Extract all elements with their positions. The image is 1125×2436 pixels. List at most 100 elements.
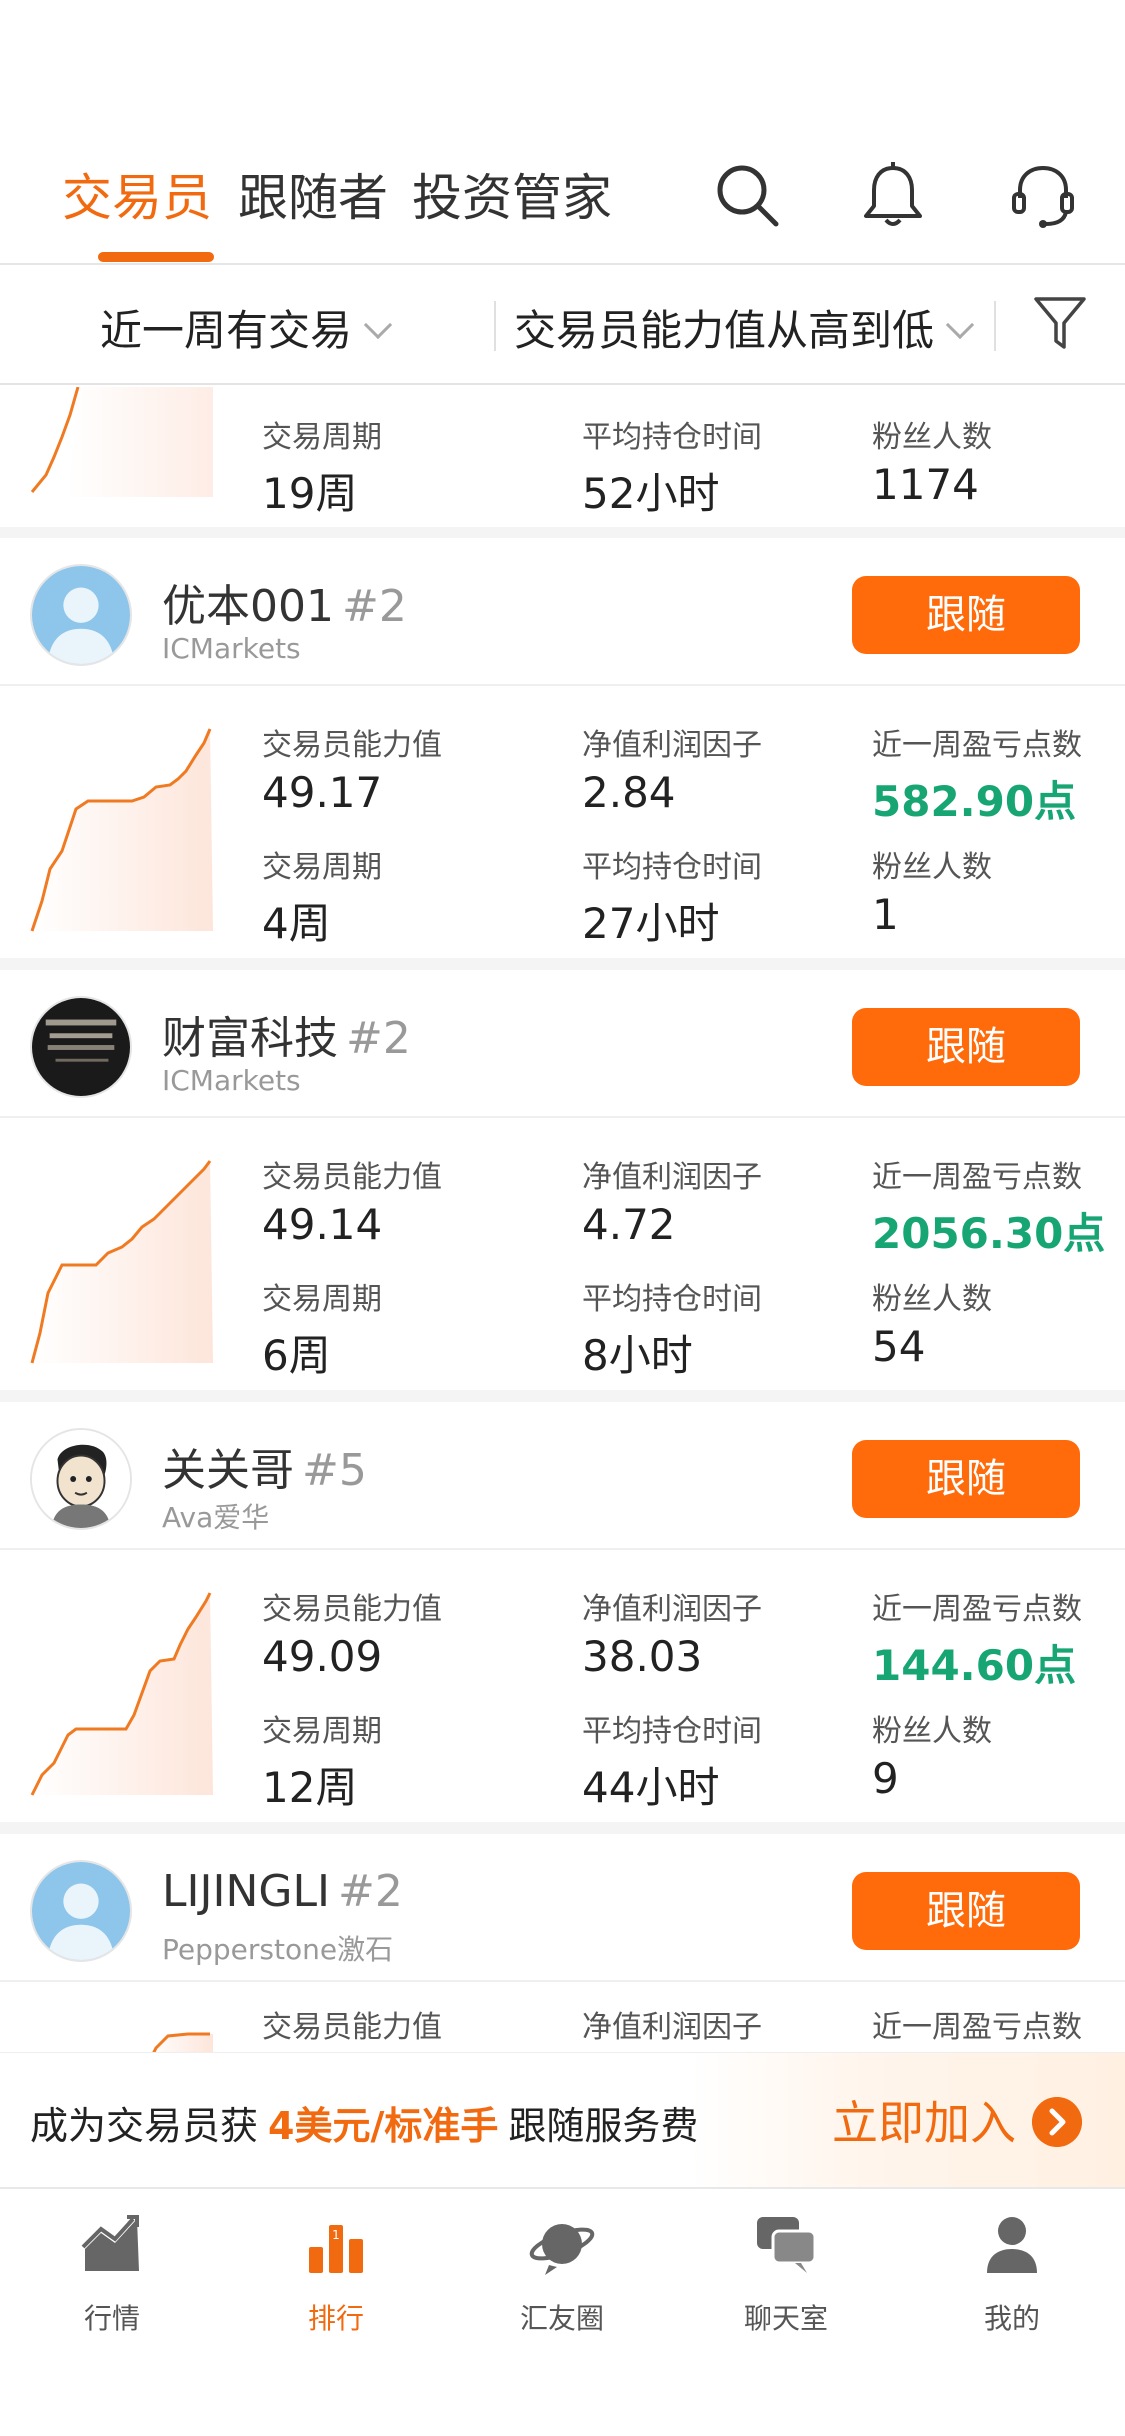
sort-dropdown[interactable]: 交易员能力值从高到低 — [514, 297, 975, 358]
avatar[interactable] — [30, 564, 132, 666]
nav-label: 我的 — [983, 2302, 1040, 2335]
stat-label: 净值利润因子 — [582, 1592, 762, 1627]
trader-name[interactable]: LIJINGLI #2 — [162, 1866, 403, 1917]
ranking-icon: 1 — [309, 2225, 363, 2273]
chat-icon — [757, 2217, 817, 2273]
trader-card[interactable]: 优本001 #2 ICMarkets 跟随 交易员能力值 49.17 净值利润因子… — [0, 538, 1125, 958]
stat-weekly-pips: 近一周盈亏点数 582.90点 — [872, 720, 1082, 829]
stat-value: 49.17 — [262, 768, 383, 817]
banner-highlight: 4美元/标准手 — [268, 2104, 499, 2148]
trader-name-text: 财富科技 — [162, 1013, 338, 1064]
planet-icon — [529, 2224, 595, 2275]
become-trader-banner[interactable]: 成为交易员获 4美元/标准手 跟随服务费 立即加入 — [0, 2052, 1125, 2188]
equity-curve-chart — [152, 2032, 213, 2052]
trader-card[interactable]: 财富科技 #2 ICMarkets 跟随 交易员能力值 49.14 净值利润因子 … — [0, 970, 1125, 1390]
stat-label: 平均持仓时间 — [582, 420, 762, 455]
trader-name[interactable]: 优本001 #2 — [162, 570, 407, 634]
banner-suffix: 跟随服务费 — [508, 2104, 699, 2148]
follow-button[interactable]: 跟随 — [852, 1440, 1080, 1518]
stat-label: 平均持仓时间 — [582, 1282, 762, 1317]
follow-button[interactable]: 跟随 — [852, 576, 1080, 654]
join-now-link[interactable]: 立即加入 — [832, 2087, 1016, 2153]
stat-label: 净值利润因子 — [582, 728, 762, 763]
stat-value: 19周 — [262, 469, 358, 518]
stat-value: 27小时 — [582, 899, 720, 948]
avatar[interactable] — [30, 996, 132, 1098]
trader-name[interactable]: 财富科技 #2 — [162, 1002, 411, 1066]
stat-label: 净值利润因子 — [582, 1160, 762, 1195]
stat-label: 粉丝人数 — [872, 850, 992, 885]
equity-curve-chart — [30, 1160, 213, 1364]
trader-rank: #2 — [337, 1866, 403, 1917]
stat-profit-factor: 净值利润因子 38.03 — [582, 1584, 762, 1681]
stat-value: 49.09 — [262, 1632, 383, 1681]
stat-value: 12周 — [262, 1763, 358, 1812]
equity-curve-chart — [30, 728, 213, 932]
stat-value: 4.72 — [582, 1200, 676, 1249]
stat-trading-cycle: 交易周期 6周 — [262, 1274, 382, 1383]
stat-avg-hold-time: 平均持仓时间 44小时 — [582, 1706, 762, 1815]
headset-icon[interactable] — [1008, 160, 1078, 230]
stat-fans: 粉丝人数 1174 — [872, 412, 992, 509]
partial-trader-card: 交易周期 19周 平均持仓时间 52小时 粉丝人数 1174 — [0, 387, 1125, 527]
period-filter-dropdown[interactable]: 近一周有交易 — [100, 297, 393, 358]
nav-label: 聊天室 — [743, 2302, 828, 2335]
nav-item-market[interactable]: 行情 — [32, 2209, 192, 2337]
stat-label: 交易员能力值 — [262, 1160, 442, 1195]
search-icon[interactable] — [712, 160, 782, 230]
stat-label: 交易周期 — [262, 850, 382, 885]
stat-label: 近一周盈亏点数 — [872, 728, 1082, 763]
trader-rank: #2 — [341, 581, 407, 632]
banner-prefix: 成为交易员获 — [30, 2104, 259, 2148]
stat-label: 近一周盈亏点数 — [872, 2010, 1082, 2045]
stat-label: 平均持仓时间 — [582, 1714, 762, 1749]
nav-item-ranking[interactable]: 1 排行 — [256, 2209, 416, 2337]
avatar[interactable] — [30, 1860, 132, 1962]
tab-traders[interactable]: 交易员 — [62, 158, 212, 230]
trader-name-text: LIJINGLI — [162, 1866, 330, 1917]
trader-card[interactable]: LIJINGLI #2 Pepperstone激石 跟随 交易员能力值 净值利润因… — [0, 1834, 1125, 2052]
chevron-right-icon[interactable] — [1032, 2097, 1082, 2147]
stat-ability-value: 交易员能力值 49.17 — [262, 720, 442, 817]
follow-button[interactable]: 跟随 — [852, 1872, 1080, 1950]
stat-value: 4周 — [262, 899, 331, 948]
follow-button[interactable]: 跟随 — [852, 1008, 1080, 1086]
period-filter-label: 近一周有交易 — [100, 306, 353, 355]
trader-card-header: 优本001 #2 ICMarkets 跟随 — [0, 538, 1125, 686]
tab-followers[interactable]: 跟随者 — [238, 158, 388, 230]
tab-investment-manager[interactable]: 投资管家 — [412, 158, 612, 230]
stat-label: 交易员能力值 — [262, 728, 442, 763]
stat-value: 6周 — [262, 1331, 331, 1380]
svg-text:1: 1 — [332, 2228, 340, 2242]
stat-value: 49.14 — [262, 1200, 383, 1249]
stat-value: 44小时 — [582, 1763, 720, 1812]
stat-label: 近一周盈亏点数 — [872, 1160, 1082, 1195]
funnel-icon[interactable] — [1032, 293, 1088, 353]
nav-item-community[interactable]: 汇友圈 — [482, 2209, 642, 2337]
trader-card-header: 财富科技 #2 ICMarkets 跟随 — [0, 970, 1125, 1118]
stat-label: 近一周盈亏点数 — [872, 1592, 1082, 1627]
top-tab-bar: 交易员 跟随者 投资管家 — [0, 0, 1125, 265]
trader-card-header: LIJINGLI #2 Pepperstone激石 跟随 — [0, 1834, 1125, 1982]
sort-label: 交易员能力值从高到低 — [514, 306, 935, 355]
stat-label: 交易周期 — [262, 420, 382, 455]
stat-value: 1 — [872, 890, 899, 939]
equity-curve-chart — [30, 1592, 213, 1796]
stat-trading-cycle: 交易周期 12周 — [262, 1706, 382, 1815]
stat-label: 净值利润因子 — [582, 2010, 762, 2045]
bell-icon[interactable] — [858, 160, 928, 230]
trader-card[interactable]: 关关哥 #5 Ava爱华 跟随 交易员能力值 49.09 净值利润因子 38.03… — [0, 1402, 1125, 1822]
nav-item-chatroom[interactable]: 聊天室 — [706, 2209, 866, 2337]
avatar[interactable] — [30, 1428, 132, 1530]
bottom-nav: 行情 1 排行 汇友圈 聊天室 我的 — [0, 2187, 1125, 2436]
stat-label: 交易周期 — [262, 1714, 382, 1749]
trader-name[interactable]: 关关哥 #5 — [162, 1434, 367, 1498]
nav-item-profile[interactable]: 我的 — [932, 2209, 1092, 2337]
stat-label: 交易员能力值 — [262, 2010, 442, 2045]
divider — [494, 301, 496, 351]
stat-label: 粉丝人数 — [872, 1714, 992, 1749]
stat-avg-hold-time: 平均持仓时间 27小时 — [582, 842, 762, 951]
stat-ability-value: 交易员能力值 49.09 — [262, 1584, 442, 1681]
trader-list[interactable]: 交易周期 19周 平均持仓时间 52小时 粉丝人数 1174 优本001 #2 I… — [0, 387, 1125, 2052]
stat-value: 1174 — [872, 460, 979, 509]
